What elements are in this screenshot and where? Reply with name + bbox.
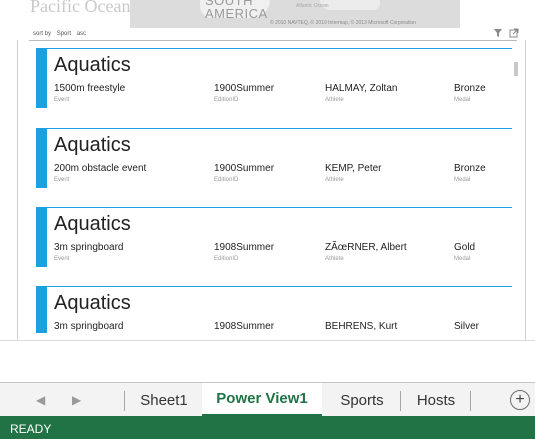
card-event-value: 200m obstacle event (54, 163, 147, 174)
card-medal-value: Bronze (454, 83, 486, 94)
right-arrow-icon[interactable]: ▶ (72, 393, 81, 407)
map-land (320, 0, 380, 10)
tab-separator (124, 391, 125, 411)
map-faded-label: Pacific Ocean (30, 0, 131, 16)
card-athlete-value: ZÃœRNER, Albert (325, 242, 407, 253)
pop-out-icon[interactable] (509, 28, 519, 38)
card-medal-label: Medal (454, 177, 471, 183)
card-accent-bar (36, 286, 47, 333)
card-athlete-value: BEHRENS, Kurt (325, 321, 398, 332)
card-accent-bar (36, 128, 47, 188)
sheet-tabs-bar: ◀ ▶ Sheet1 Power View1 Sports Hosts + (0, 382, 535, 417)
record-card[interactable]: Aquatics 3m springboard 1908Summer BEHRE… (36, 286, 512, 333)
card-edition-value: 1900Summer (214, 163, 275, 174)
card-sport: Aquatics (54, 213, 131, 235)
plus-circle-icon[interactable]: + (510, 390, 530, 410)
card-edition-label: EditionID (214, 256, 239, 262)
card-event-value: 3m springboard (54, 242, 124, 253)
filter-icon[interactable] (493, 28, 507, 38)
tab-sports[interactable]: Sports (326, 383, 398, 417)
card-event-label: Event (54, 177, 70, 183)
card-medal-value: Gold (454, 242, 476, 253)
map-background: SOUTH AMERICA Atlantic Ocean © 2010 NAVT… (130, 0, 460, 28)
card-athlete-value: KEMP, Peter (325, 163, 382, 174)
sort-by-control[interactable]: sort by Sport asc (33, 31, 90, 37)
card-sport: Aquatics (54, 292, 131, 314)
card-top-border (47, 128, 512, 129)
card-event-value: 1500m freestyle (54, 83, 126, 94)
scrollbar-thumb[interactable] (514, 62, 518, 76)
card-medal-label: Medal (454, 97, 471, 103)
map-ocean-label: Atlantic Ocean (296, 3, 329, 9)
map-copyright: © 2010 NAVTEQ, © 2010 Intermap, © 2013 M… (270, 20, 417, 26)
card-top-border (47, 207, 512, 208)
card-top-border (47, 48, 512, 49)
card-container-top-border (29, 40, 517, 41)
card-medal-value: Bronze (454, 163, 486, 174)
record-card[interactable]: Aquatics 3m springboard 1908Summer ZÃœRN… (36, 207, 512, 267)
card-edition-value: 1908Summer (214, 321, 275, 332)
card-sport: Aquatics (54, 134, 131, 156)
vertical-scrollbar[interactable] (511, 58, 518, 333)
card-athlete-label: Athlete (325, 256, 344, 262)
card-medal-label: Medal (454, 256, 471, 262)
card-edition-label: EditionID (214, 97, 239, 103)
card-athlete-label: Athlete (325, 97, 344, 103)
tab-separator (400, 391, 401, 411)
worksheet-area (0, 340, 535, 383)
tab-power-view1[interactable]: Power View1 (202, 383, 322, 417)
card-event-label: Event (54, 256, 70, 262)
card-sport: Aquatics (54, 54, 131, 76)
card-edition-value: 1908Summer (214, 242, 275, 253)
card-edition-value: 1900Summer (214, 83, 275, 94)
card-event-label: Event (54, 97, 70, 103)
sort-field[interactable]: Sport (57, 31, 71, 37)
tab-separator (470, 391, 471, 411)
tab-hosts[interactable]: Hosts (404, 383, 468, 417)
card-accent-bar (36, 207, 47, 267)
status-bar: READY (0, 416, 535, 439)
left-arrow-icon[interactable]: ◀ (36, 393, 45, 407)
map-continent-label: SOUTH AMERICA (205, 0, 268, 21)
sort-by-label: sort by (33, 31, 52, 37)
card-athlete-value: HALMAY, Zoltan (325, 83, 398, 94)
record-card[interactable]: Aquatics 200m obstacle event 1900Summer … (36, 128, 512, 188)
card-accent-bar (36, 48, 47, 108)
card-edition-label: EditionID (214, 177, 239, 183)
card-event-value: 3m springboard (54, 321, 124, 332)
tab-sheet1[interactable]: Sheet1 (128, 383, 200, 417)
card-medal-value: Silver (454, 321, 480, 332)
status-text: READY (10, 422, 52, 436)
map-strip: Pacific Ocean SOUTH AMERICA Atlantic Oce… (0, 0, 535, 28)
card-athlete-label: Athlete (325, 177, 344, 183)
record-card[interactable]: Aquatics 1500m freestyle 1900Summer HALM… (36, 48, 512, 108)
card-top-border (47, 286, 512, 287)
sort-order[interactable]: asc (77, 31, 86, 37)
